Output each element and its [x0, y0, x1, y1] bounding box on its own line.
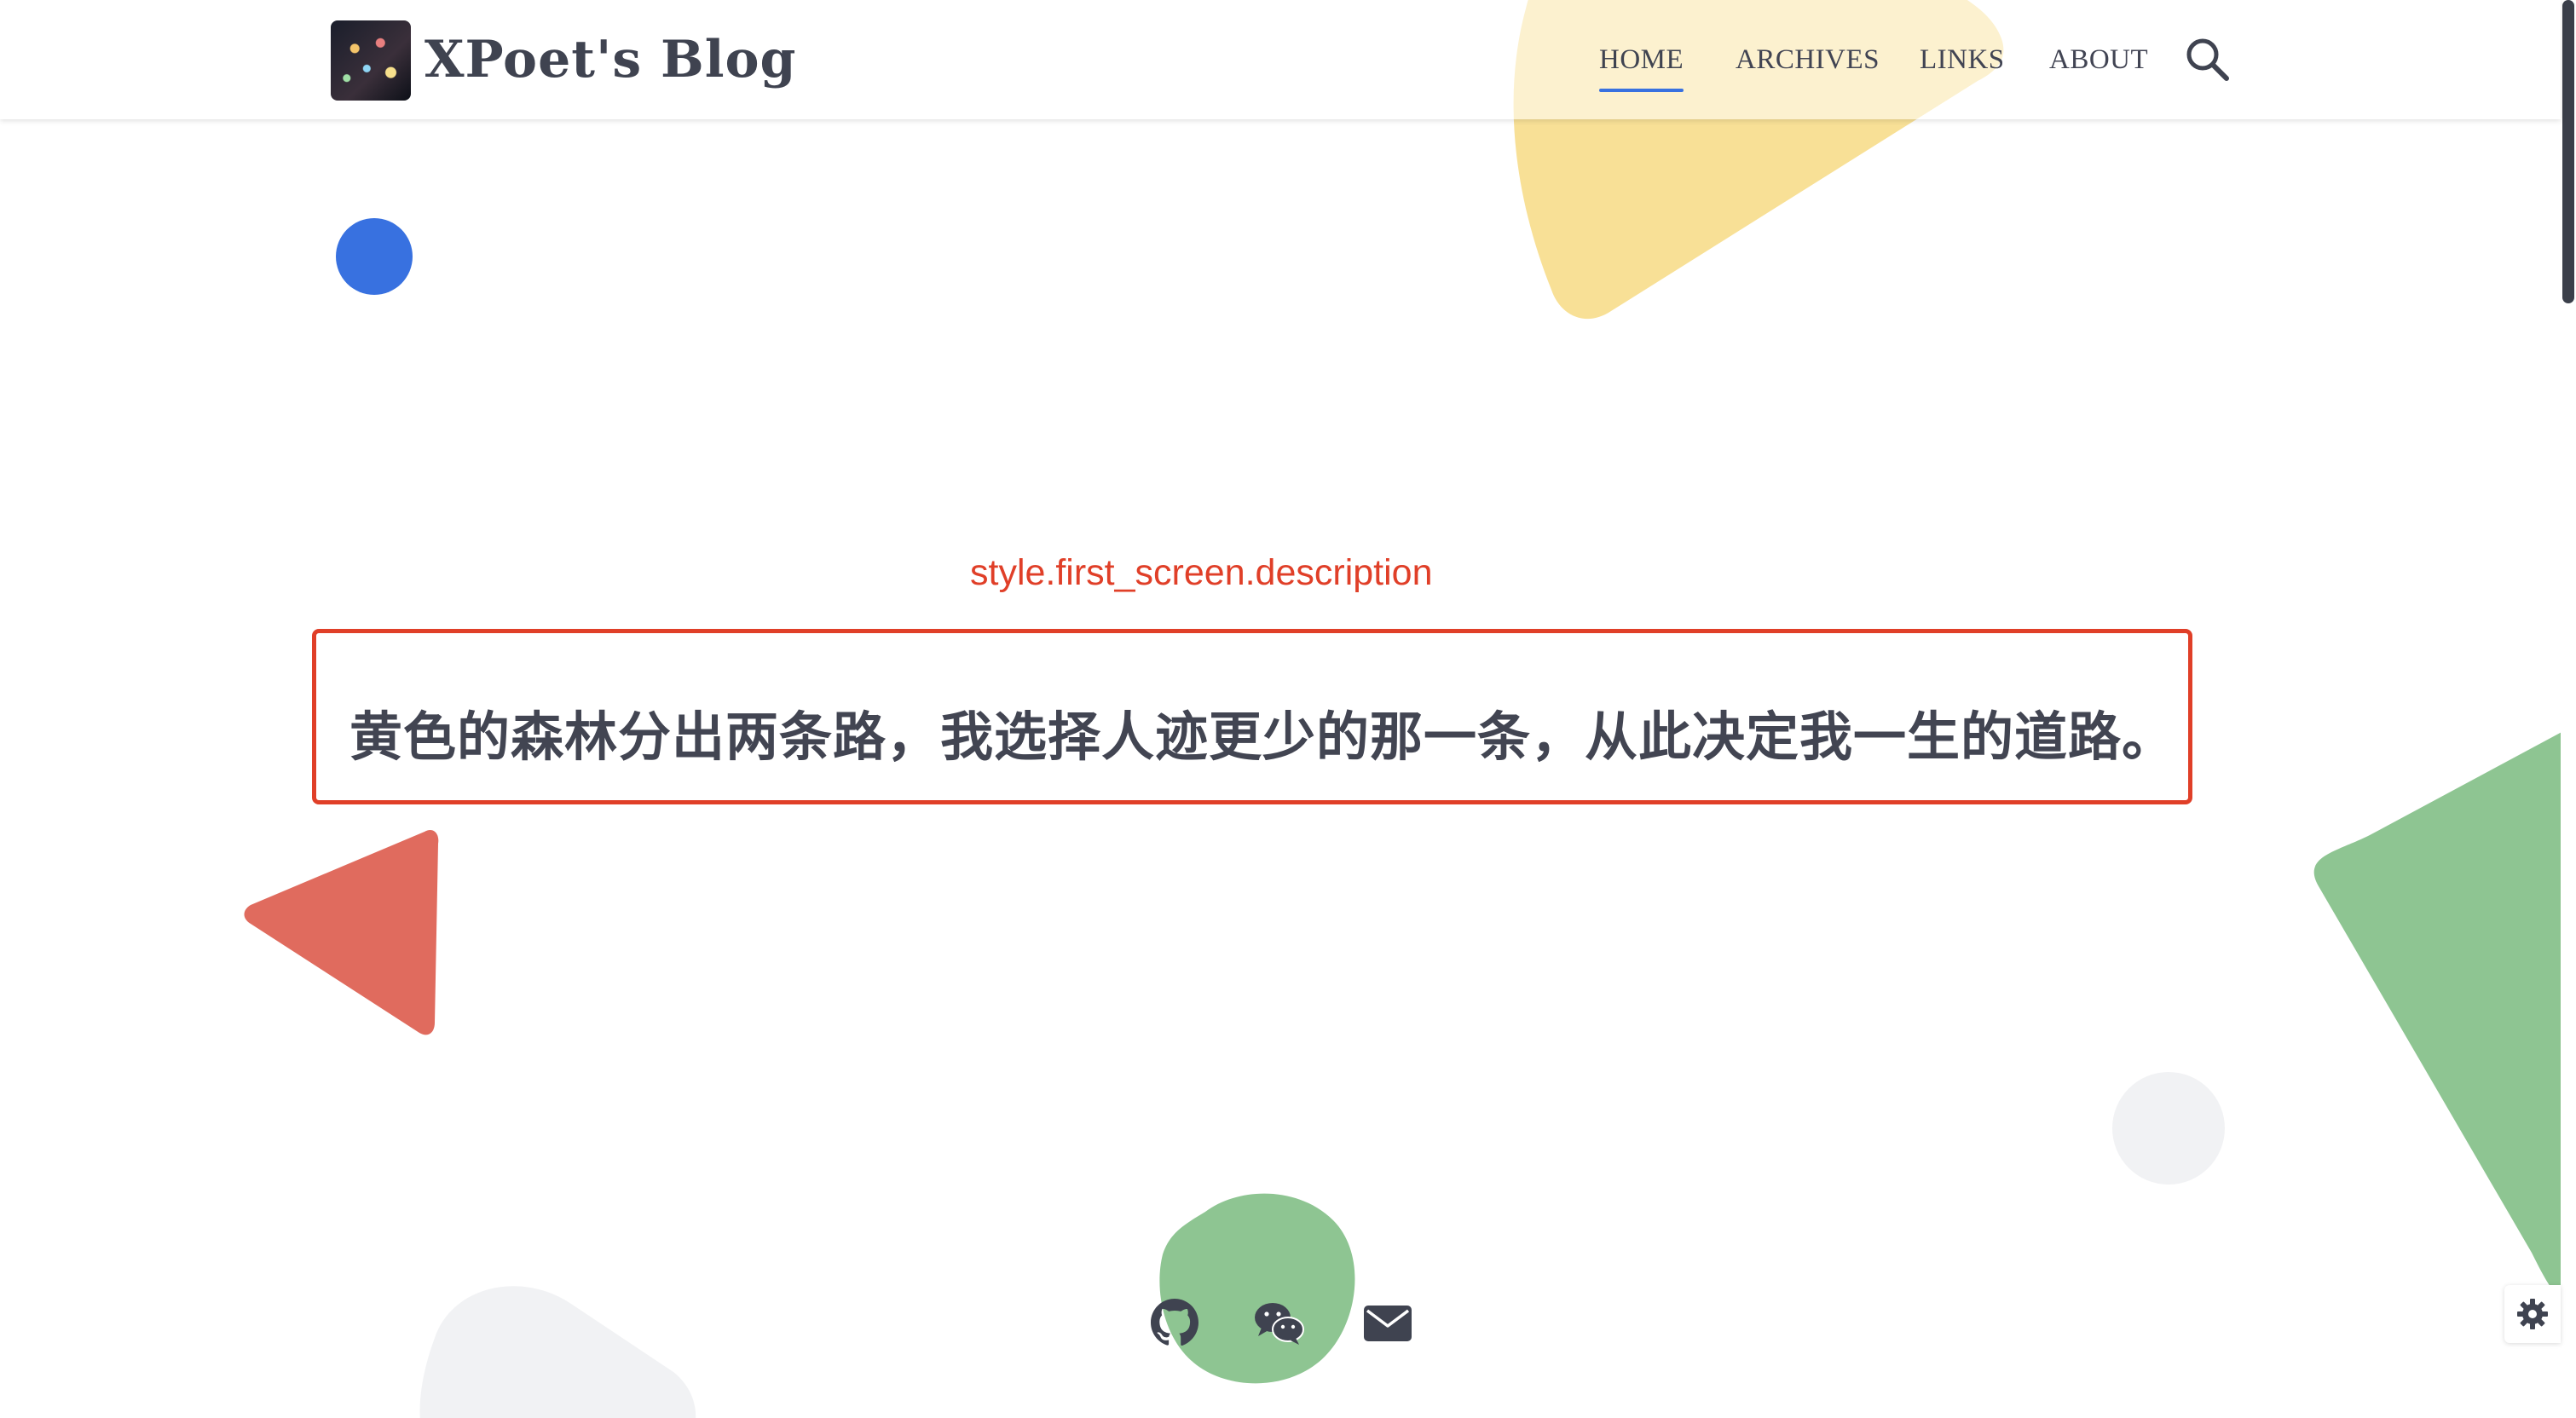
page: XPoet's Blog HOME ARCHIVES LINKS ABOUT s…	[0, 0, 2576, 1418]
site-title[interactable]: XPoet's Blog	[425, 24, 796, 95]
nav-archives-label: ARCHIVES	[1736, 44, 1880, 75]
nav-home[interactable]: HOME	[1599, 34, 1684, 94]
site-header: XPoet's Blog HOME ARCHIVES LINKS ABOUT	[0, 0, 2561, 119]
green-decor-blob	[1159, 1193, 1355, 1384]
nav-home-label: HOME	[1599, 44, 1684, 75]
search-icon[interactable]	[2184, 36, 2230, 82]
first-screen-description: 黄色的森林分出两条路，我选择人迹更少的那一条，从此决定我一生的道路。	[349, 706, 2176, 768]
description-annotation-label: style.first_screen.description	[970, 552, 1433, 593]
gear-icon	[2517, 1299, 2548, 1329]
nav-active-indicator	[1599, 89, 1684, 92]
github-icon[interactable]	[1147, 1295, 1202, 1350]
gray-decor-dot	[2112, 1072, 2225, 1185]
green-decor-shape	[2313, 724, 2576, 1295]
nav-links[interactable]: LINKS	[1920, 34, 2005, 94]
red-decor-triangle	[244, 829, 439, 1035]
scrollbar-thumb[interactable]	[2562, 0, 2574, 303]
mail-icon[interactable]	[1360, 1295, 1415, 1350]
nav-links-label: LINKS	[1920, 44, 2005, 75]
nav-about-label: ABOUT	[2049, 44, 2149, 75]
blue-decor-dot	[336, 218, 413, 295]
gray-decor-pill	[419, 1286, 696, 1418]
wechat-icon[interactable]	[1251, 1295, 1306, 1350]
nav-about[interactable]: ABOUT	[2049, 34, 2148, 94]
settings-button[interactable]	[2504, 1285, 2561, 1343]
nav-archives[interactable]: ARCHIVES	[1736, 34, 1880, 94]
site-logo[interactable]	[331, 20, 411, 101]
